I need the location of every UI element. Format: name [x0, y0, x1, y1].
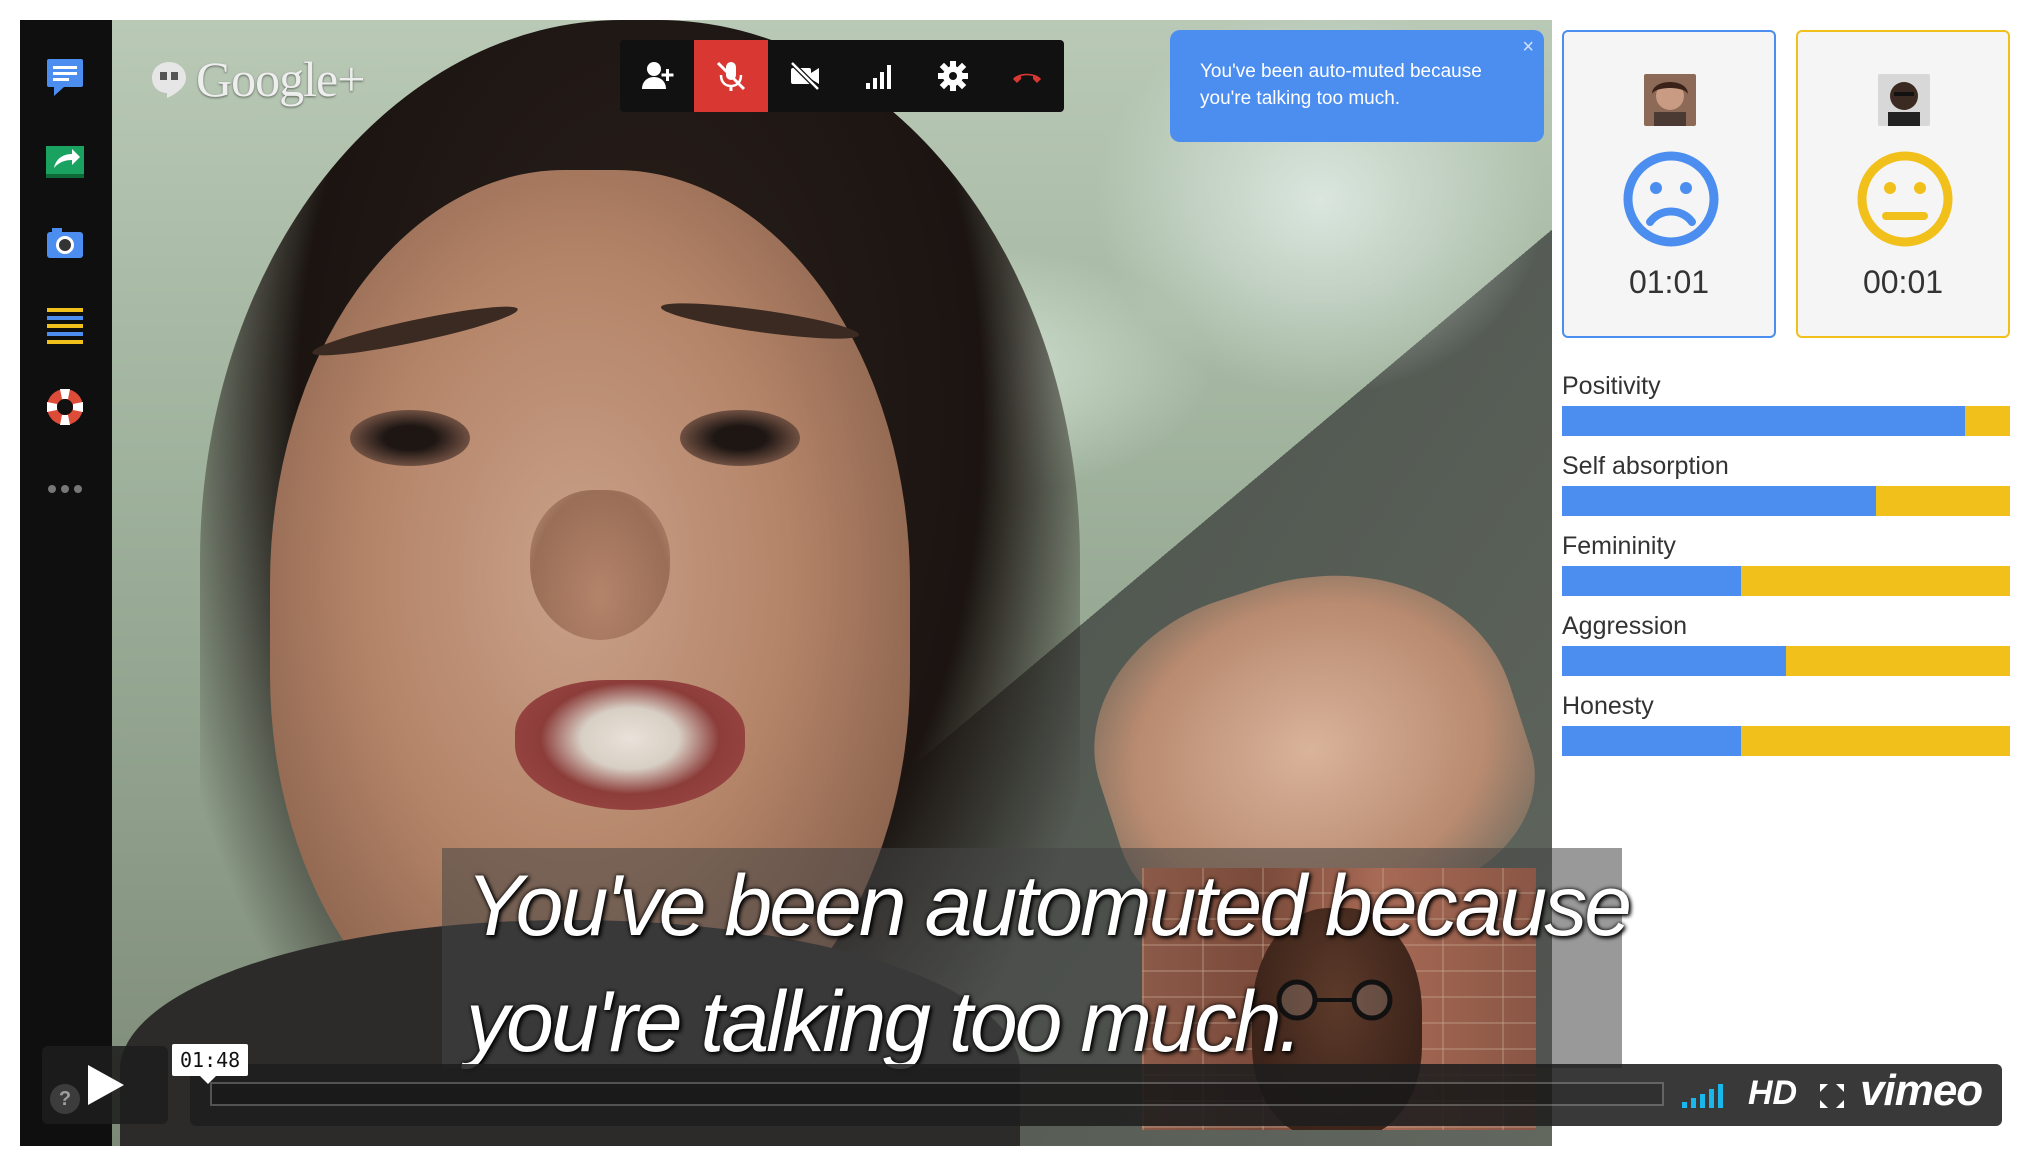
toast-close-icon[interactable]: × — [1522, 34, 1534, 61]
toast-message: You've been auto-muted because you're ta… — [1200, 61, 1482, 109]
hangup-button[interactable] — [990, 40, 1064, 112]
metric-label-positivity: Positivity — [1562, 372, 1661, 400]
metric-bar-self-absorption — [1562, 486, 2010, 516]
metric-fill — [1562, 566, 1742, 596]
participant-avatar — [1644, 74, 1696, 126]
metric-bar-honesty — [1562, 726, 2010, 756]
hangup-icon — [1013, 73, 1041, 83]
metric-fill — [1562, 486, 1876, 516]
help-icon[interactable]: ? — [50, 1084, 80, 1114]
call-toolbar — [620, 40, 1064, 112]
sad-face-icon — [1623, 151, 1719, 247]
playback-time: 01:48 — [172, 1044, 249, 1084]
metric-label-honesty: Honesty — [1562, 692, 1654, 720]
invite-person-icon — [642, 62, 674, 89]
participant-card-2[interactable]: 00:01 — [1796, 30, 2010, 338]
hangouts-bubble-icon — [152, 62, 186, 98]
mute-mic-button[interactable] — [694, 40, 768, 112]
progress-track[interactable] — [210, 1082, 1664, 1106]
brand-name: Google+ — [196, 51, 365, 107]
hangout-sidebar — [20, 20, 112, 1146]
camera-toggle-button[interactable] — [768, 40, 842, 112]
metric-fill — [1562, 646, 1786, 676]
metric-label-femininity: Femininity — [1562, 532, 1676, 560]
fullscreen-icon[interactable] — [1818, 1082, 1846, 1110]
video-nose — [530, 490, 670, 640]
metric-bar-femininity — [1562, 566, 2010, 596]
bandwidth-button[interactable] — [842, 40, 916, 112]
volume-icon[interactable] — [1682, 1082, 1728, 1108]
video-subtitles: You've been automuted because you're tal… — [466, 848, 1666, 1080]
participant-timer: 00:01 — [1862, 264, 1944, 300]
chat-icon[interactable] — [44, 56, 86, 98]
player-controls-bar — [190, 1064, 2002, 1126]
notes-icon[interactable] — [44, 304, 86, 346]
participant-avatar — [1878, 74, 1930, 126]
vimeo-logo[interactable]: vimeo — [1860, 1066, 1983, 1116]
invite-person-button[interactable] — [620, 40, 694, 112]
more-icon[interactable] — [44, 468, 86, 510]
metric-label-aggression: Aggression — [1562, 612, 1688, 640]
metric-fill — [1562, 406, 1966, 436]
help-lifebuoy-icon[interactable] — [44, 386, 86, 428]
hd-toggle[interactable]: HD — [1748, 1074, 1797, 1113]
play-icon — [88, 1065, 124, 1105]
bandwidth-icon — [866, 65, 891, 89]
video-eye-right — [680, 410, 800, 466]
metric-bar-positivity — [1562, 406, 2010, 436]
subtitle-line-2: you're talking too much. — [466, 974, 1303, 1070]
mic-muted-icon — [716, 61, 746, 91]
auto-mute-toast: You've been auto-muted because you're ta… — [1170, 30, 1544, 142]
screenshare-icon[interactable] — [44, 140, 86, 182]
participant-timer: 01:01 — [1628, 264, 1710, 300]
subtitle-line-1: You've been automuted because — [466, 858, 1632, 954]
metric-bar-aggression — [1562, 646, 2010, 676]
settings-button[interactable] — [916, 40, 990, 112]
participant-card-1[interactable]: 01:01 — [1562, 30, 1776, 338]
google-plus-logo: Google+ — [150, 50, 365, 108]
settings-icon — [938, 61, 968, 91]
video-mouth — [515, 680, 745, 810]
metric-label-self-absorption: Self absorption — [1562, 452, 1729, 480]
camera-icon[interactable] — [44, 222, 86, 264]
page: Google+ You've been auto-muted because y… — [0, 0, 2030, 1164]
neutral-face-icon — [1857, 151, 1953, 247]
camera-off-icon — [790, 61, 820, 91]
metric-fill — [1562, 726, 1742, 756]
video-eye-left — [350, 410, 470, 466]
